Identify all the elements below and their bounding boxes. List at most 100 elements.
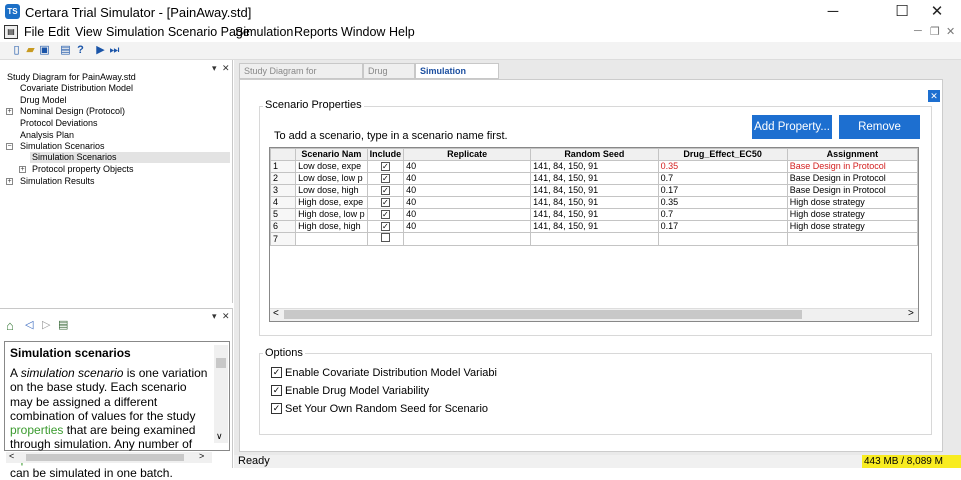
close-button[interactable]: ✕ [914,0,960,24]
include-checkbox[interactable]: ✓ [380,186,390,195]
random-seed-checkbox[interactable]: ✓ [271,403,282,414]
row-number[interactable]: 5 [270,208,297,221]
help-icon[interactable]: ? [74,44,87,57]
cell-assignment[interactable]: High dose strategy [786,220,918,233]
cell-assignment[interactable]: High dose strategy [786,196,918,209]
new-file-icon[interactable]: ▯ [10,44,23,57]
include-checkbox[interactable]: ✓ [380,222,390,231]
run-icon[interactable]: ▶ [94,44,107,57]
remove-property-button[interactable]: Remove Property [839,115,920,157]
row-number[interactable]: 3 [270,184,297,197]
pane-close-icon[interactable]: ✕ [222,63,230,74]
header-assignment[interactable]: Assignment [786,148,918,161]
grid-scroll-left-icon[interactable]: < [273,308,279,319]
header-drug-effect-ec50[interactable]: Drug_Effect_EC50 [657,148,788,161]
header-random-seed[interactable]: Random Seed [530,148,659,161]
help-scroll-right-icon[interactable]: > [199,451,204,461]
pin-icon[interactable]: ▾ [212,63,217,74]
cell-assignment[interactable]: Base Design in Protocol [786,160,918,173]
menu-edit[interactable]: Edit [48,25,70,39]
tab-drug-model[interactable]: Drug Model [363,63,415,90]
table-row[interactable]: 3 Low dose, high ✓ 40 141, 84, 150, 91 0.17 Ba… [270,184,918,197]
cell-replicate[interactable]: 40 [403,184,532,197]
properties-link[interactable]: properties [10,423,63,437]
tree-item-covariate[interactable]: Covariate Distribution Model [20,83,133,94]
help-print-icon[interactable]: ▤ [58,318,68,331]
cell-include[interactable]: ✓ [366,220,405,233]
table-row[interactable]: 2 Low dose, low p ✓ 40 141, 84, 150, 91 0.7 Ba… [270,172,918,185]
cell-assignment[interactable]: Base Design in Protocol [786,172,918,185]
menu-window[interactable]: Window [341,25,385,39]
menu-simulation[interactable]: Simulation [235,25,293,39]
header-include[interactable]: Include [366,148,405,161]
minimize-button[interactable]: ─ [810,0,856,24]
document-menu-icon[interactable]: ▤ [4,25,18,39]
cell-include[interactable]: ✓ [366,184,405,197]
cell-random-seed[interactable]: 141, 84, 150, 91 [530,160,659,173]
cell-random-seed[interactable]: 141, 84, 150, 91 [530,208,659,221]
cell-scenario-name[interactable] [295,232,368,246]
tree-expand-icon[interactable]: + [6,178,13,185]
home-icon[interactable]: ⌂ [6,318,14,333]
table-row[interactable]: 7 [270,232,918,246]
include-checkbox[interactable]: ✓ [380,198,390,207]
help-hscroll-thumb[interactable] [26,454,184,461]
open-folder-icon[interactable]: ▰ [24,44,37,57]
header-scenario-name[interactable]: Scenario Nam [295,148,368,161]
tree-expand-icon[interactable]: + [19,166,26,173]
include-checkbox[interactable]: ✓ [380,210,390,219]
cell-random-seed[interactable]: 141, 84, 150, 91 [530,184,659,197]
cell-replicate[interactable]: 40 [403,220,532,233]
cell-assignment[interactable]: High dose strategy [786,208,918,221]
cell-assignment[interactable] [786,232,918,246]
tree-item-analysis-plan[interactable]: Analysis Plan [20,130,74,141]
cell-include[interactable] [366,232,405,246]
tree-item-simulation-results[interactable]: Simulation Results [20,176,95,187]
include-checkbox[interactable]: ✓ [380,174,390,183]
tab-study-diagram[interactable]: Study Diagram for PainAway.std [239,63,363,90]
tree-expand-icon[interactable]: + [6,108,13,115]
help-vscroll-thumb[interactable] [216,358,226,368]
row-number[interactable]: 2 [270,172,297,185]
cell-include[interactable]: ✓ [366,208,405,221]
table-row[interactable]: 5 High dose, low p ✓ 40 141, 84, 150, 91 0.7 H… [270,208,918,221]
save-icon[interactable]: ▣ [38,44,51,57]
tree-root[interactable]: Study Diagram for PainAway.std [7,72,136,83]
add-property-button[interactable]: Add Property... [752,115,832,139]
row-number[interactable]: 6 [270,220,297,233]
cell-random-seed[interactable]: 141, 84, 150, 91 [530,220,659,233]
tree-item-simulation-scenarios[interactable]: Simulation Scenarios [20,141,105,152]
cell-replicate[interactable]: 40 [403,160,532,173]
print-icon[interactable]: ▤ [59,44,72,57]
mdi-minimize-button[interactable]: ─ [914,25,922,37]
cell-random-seed[interactable]: 141, 84, 150, 91 [530,196,659,209]
menu-view[interactable]: View [75,25,102,39]
help-scroll-down-icon[interactable]: ∨ [216,431,223,442]
cell-replicate[interactable]: 40 [403,208,532,221]
tree-item-drug-model[interactable]: Drug Model [20,95,67,106]
cell-drug-effect-ec50[interactable]: 0.7 [657,172,788,185]
cell-scenario-name[interactable]: Low dose, low p [295,172,368,185]
table-row[interactable]: 4 High dose, expe ✓ 40 141, 84, 150, 91 0.35 H… [270,196,918,209]
cell-include[interactable]: ✓ [366,160,405,173]
cell-drug-effect-ec50[interactable]: 0.35 [657,196,788,209]
cell-scenario-name[interactable]: High dose, low p [295,208,368,221]
cell-scenario-name[interactable]: Low dose, expe [295,160,368,173]
scenario-grid[interactable]: Scenario Nam Include Replicate Random Se… [269,147,919,322]
tab-simulation-scenarios[interactable]: Simulation Scenarios [415,63,499,90]
tree-item-simulation-scenarios-page[interactable]: Simulation Scenarios [32,152,117,163]
tree-collapse-icon[interactable]: − [6,143,13,150]
tree-item-protocol-deviations[interactable]: Protocol Deviations [20,118,98,129]
help-scroll-left-icon[interactable]: < [9,451,14,461]
menu-simulation-scenario-page[interactable]: Simulation Scenario Page [106,25,250,39]
run-all-icon[interactable]: ⏭ [108,44,121,57]
row-number[interactable]: 1 [270,160,297,173]
grid-hscroll-thumb[interactable] [284,310,802,319]
tree-item-protocol-property-objects[interactable]: Protocol property Objects [32,164,134,175]
row-number[interactable]: 7 [270,232,297,246]
help-close-icon[interactable]: ✕ [222,311,230,322]
cell-replicate[interactable] [403,232,532,246]
table-row[interactable]: 1 Low dose, expe ✓ 40 141, 84, 150, 91 0.35 Ba… [270,160,918,173]
tree-item-nominal-design[interactable]: Nominal Design (Protocol) [20,106,125,117]
include-checkbox[interactable]: ✓ [380,162,390,171]
